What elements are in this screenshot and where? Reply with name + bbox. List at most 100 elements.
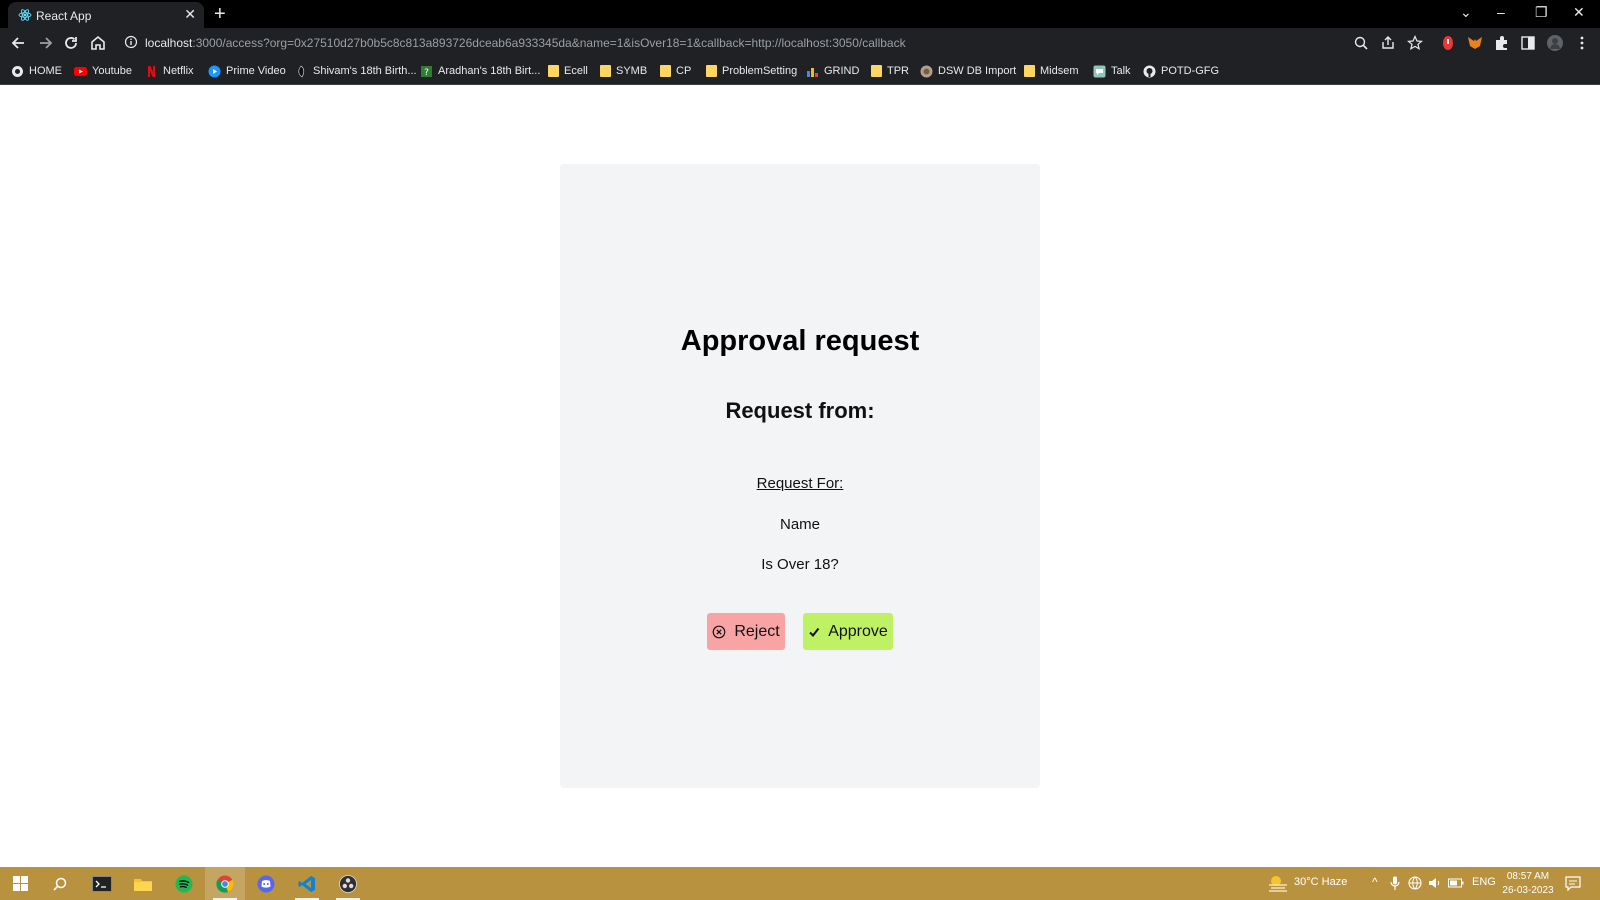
extension-red-icon[interactable] xyxy=(1439,34,1457,52)
notifications-icon[interactable] xyxy=(1565,876,1581,891)
microphone-icon[interactable] xyxy=(1390,876,1400,891)
tab-search-chevron-icon[interactable]: ⌄ xyxy=(1460,3,1472,21)
url-path: :3000/access?org=0x27510d27b0b5c8c813a89… xyxy=(192,36,906,50)
folder-icon xyxy=(871,65,882,77)
prime-video-icon xyxy=(208,65,221,77)
tab-close-icon[interactable]: ✕ xyxy=(184,6,196,22)
bookmark-problemsetting[interactable]: ProblemSetting xyxy=(706,63,797,79)
reject-label: Reject xyxy=(734,622,780,640)
request-for-text: Request For: xyxy=(756,475,844,492)
bookmark-home[interactable]: HOME xyxy=(11,63,62,79)
bookmark-symb[interactable]: SYMB xyxy=(600,63,647,79)
checkmark-icon xyxy=(809,627,820,637)
globe-icon xyxy=(12,65,23,77)
svg-text:?: ? xyxy=(424,68,429,78)
approve-button[interactable]: Approve xyxy=(803,613,893,650)
restore-icon[interactable]: ❐ xyxy=(1535,3,1548,21)
bookmark-icon: ? xyxy=(421,65,432,78)
chrome-icon xyxy=(216,875,234,893)
bookmark-netflix[interactable]: Netflix xyxy=(145,63,194,79)
taskbar-search-button[interactable] xyxy=(40,867,80,900)
taskbar-vscode[interactable] xyxy=(287,867,327,900)
reload-icon[interactable] xyxy=(61,33,81,53)
bookmark-ecell[interactable]: Ecell xyxy=(548,63,588,79)
bookmark-talk[interactable]: Talk xyxy=(1093,63,1131,79)
address-bar[interactable]: localhost:3000/access?org=0x27510d27b0b5… xyxy=(118,31,1424,55)
request-from-heading: Request from: xyxy=(725,398,875,423)
bookmark-label: Aradhan's 18th Birt... xyxy=(438,65,541,77)
taskbar-chrome[interactable] xyxy=(205,867,245,900)
kebab-menu-icon[interactable] xyxy=(1573,34,1591,52)
bookmark-star-icon[interactable] xyxy=(1406,34,1424,52)
minimize-icon[interactable]: – xyxy=(1497,3,1505,21)
folder-icon xyxy=(1024,65,1035,77)
language-indicator[interactable]: ENG xyxy=(1472,876,1496,888)
bookmark-potd-gfg[interactable]: POTD-GFG xyxy=(1143,63,1219,79)
bookmark-dsw-db-import[interactable]: DSW DB Import xyxy=(920,63,1016,79)
start-button[interactable] xyxy=(0,867,40,900)
approve-label: Approve xyxy=(828,622,888,640)
bookmark-label: TPR xyxy=(887,65,909,77)
taskbar-obs[interactable] xyxy=(328,867,368,900)
folder-icon xyxy=(660,65,671,77)
bookmark-prime-video[interactable]: Prime Video xyxy=(208,63,286,79)
profile-avatar-icon[interactable] xyxy=(1546,34,1564,52)
metamask-icon[interactable] xyxy=(1466,34,1484,52)
taskbar-discord[interactable] xyxy=(246,867,286,900)
bookmark-midsem[interactable]: Midsem xyxy=(1024,63,1079,79)
bookmark-label: ProblemSetting xyxy=(722,65,798,77)
tab-title: React App xyxy=(36,9,92,23)
chart-icon xyxy=(807,67,818,77)
youtube-icon xyxy=(74,66,87,76)
discord-icon xyxy=(257,875,275,892)
clock[interactable]: 08:57 AM 26-03-2023 xyxy=(1500,870,1556,898)
request-item-over18: Is Over 18? xyxy=(761,556,839,573)
reject-circle-x-icon xyxy=(712,625,726,638)
taskbar-terminal[interactable] xyxy=(82,867,122,900)
bookmark-label: HOME xyxy=(29,65,62,77)
search-icon xyxy=(53,877,67,891)
taskbar-file-explorer[interactable] xyxy=(123,867,163,900)
weather-text[interactable]: 30°C Haze xyxy=(1294,876,1347,888)
back-icon[interactable] xyxy=(9,33,29,53)
bookmark-label: Youtube xyxy=(92,65,132,77)
bookmark-label: Talk xyxy=(1111,65,1131,77)
share-icon[interactable] xyxy=(1379,34,1397,52)
bookmark-label: Midsem xyxy=(1040,65,1079,77)
site-info-icon[interactable] xyxy=(124,35,138,49)
bookmark-tpr[interactable]: TPR xyxy=(871,63,909,79)
clock-date: 26-03-2023 xyxy=(1502,885,1554,896)
home-icon[interactable] xyxy=(88,33,108,53)
bookmark-shivam[interactable]: Shivam's 18th Birth... xyxy=(295,63,417,79)
bookmark-label: DSW DB Import xyxy=(938,65,1017,77)
browser-tab[interactable]: React App ✕ xyxy=(8,2,204,28)
bookmark-label: Netflix xyxy=(163,65,194,77)
obs-icon xyxy=(339,874,357,893)
taskbar-spotify[interactable] xyxy=(164,867,204,900)
folder-icon xyxy=(706,65,717,77)
bookmark-grind[interactable]: GRIND xyxy=(806,63,859,79)
extensions-puzzle-icon[interactable] xyxy=(1493,34,1511,52)
bookmark-youtube[interactable]: Youtube xyxy=(74,63,132,79)
zoom-icon[interactable] xyxy=(1352,34,1370,52)
new-tab-icon[interactable]: + xyxy=(214,3,226,25)
reject-button[interactable]: Reject xyxy=(707,613,785,650)
volume-icon[interactable] xyxy=(1428,876,1442,890)
side-panel-icon[interactable] xyxy=(1519,34,1537,52)
network-globe-icon[interactable] xyxy=(1408,876,1422,890)
bookmark-icon xyxy=(920,65,933,77)
react-icon xyxy=(18,9,32,21)
netflix-icon xyxy=(148,65,155,77)
tray-overflow-chevron-icon[interactable]: ^ xyxy=(1372,875,1378,889)
close-window-icon[interactable]: ✕ xyxy=(1573,3,1585,21)
folder-icon xyxy=(600,65,611,77)
forward-icon[interactable] xyxy=(35,33,55,53)
bookmarks-bar: HOME Youtube Netflix Prime Video Shivam'… xyxy=(0,58,1600,85)
file-explorer-icon xyxy=(134,878,152,891)
vscode-icon xyxy=(298,875,315,892)
battery-icon[interactable] xyxy=(1448,877,1464,889)
terminal-icon xyxy=(92,875,112,892)
bookmark-aradhan[interactable]: ? Aradhan's 18th Birt... xyxy=(420,63,540,79)
bookmark-cp[interactable]: CP xyxy=(660,63,691,79)
bookmark-label: SYMB xyxy=(616,65,648,77)
